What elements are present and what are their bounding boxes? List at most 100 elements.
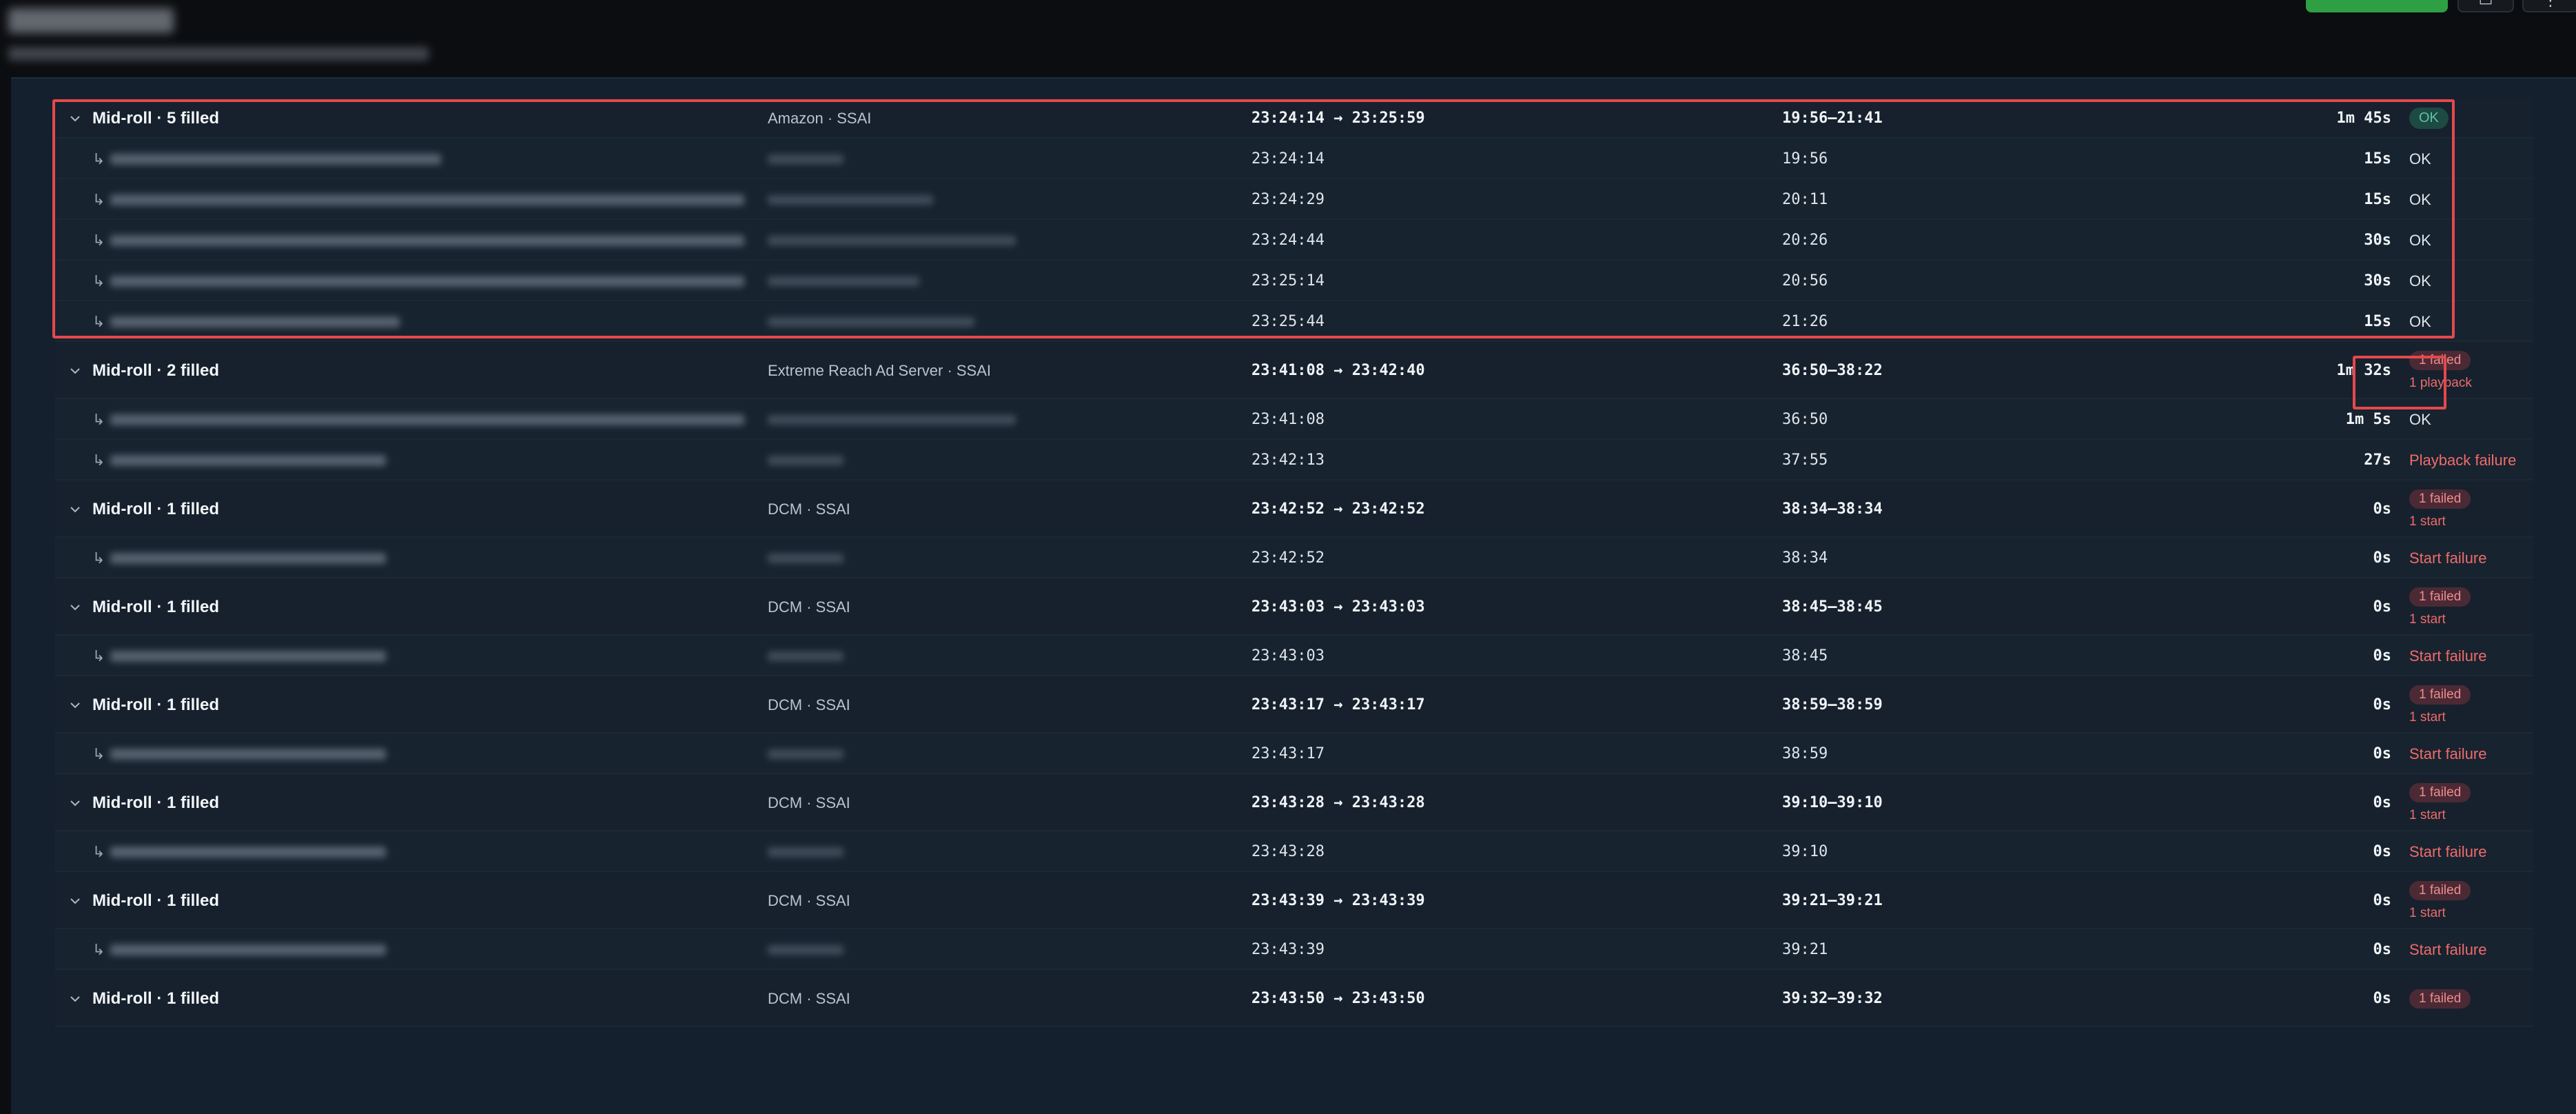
ad-row: ↳ 23:24:29 20:11 15s OK bbox=[55, 179, 2533, 220]
ad-row: ↳ 23:43:17 38:59 0s Start failure bbox=[55, 733, 2533, 774]
chevron-down-icon[interactable] bbox=[68, 991, 83, 1006]
chevron-down-icon[interactable] bbox=[68, 796, 83, 811]
wall-clock-time: 23:43:03 bbox=[1251, 647, 1325, 665]
creative-name-redacted bbox=[110, 220, 744, 261]
status: 1 failed 1 start bbox=[2409, 676, 2471, 733]
break-name[interactable]: Mid-roll · 1 filled bbox=[68, 970, 219, 1027]
ad-row: ↳ 23:24:14 19:56 15s OK bbox=[55, 139, 2533, 179]
chevron-down-icon[interactable] bbox=[68, 698, 83, 713]
redaction-bar bbox=[768, 749, 844, 759]
duration: 0s bbox=[2373, 745, 2392, 762]
break-name[interactable]: Mid-roll · 1 filled bbox=[68, 480, 219, 538]
wall-clock-time: 23:43:50 → 23:43:50 bbox=[1251, 990, 1425, 1007]
status-text: Start failure bbox=[2409, 647, 2487, 665]
redaction-bar bbox=[768, 651, 844, 661]
break-name[interactable]: Mid-roll · 2 filled bbox=[68, 342, 219, 399]
failure-type: 1 playback bbox=[2409, 375, 2472, 390]
creative-name-redacted bbox=[110, 538, 386, 578]
chevron-down-icon[interactable] bbox=[68, 893, 83, 909]
child-arrow-icon: ↳ bbox=[92, 842, 105, 860]
ad-break-row[interactable]: Mid-roll · 1 filled DCM · SSAI 23:43:50 → … bbox=[55, 970, 2533, 1027]
media-time: 20:56 bbox=[1782, 272, 1828, 290]
wall-clock-time: 23:42:52 → 23:42:52 bbox=[1251, 500, 1425, 518]
redaction-bar bbox=[110, 552, 386, 564]
ad-break-row[interactable]: Mid-roll · 1 filled DCM · SSAI 23:43:17 → … bbox=[55, 676, 2533, 733]
media-time: 39:21 bbox=[1782, 941, 1828, 958]
status: Start failure bbox=[2409, 733, 2487, 774]
status-badge: 1 failed bbox=[2409, 989, 2471, 1009]
ad-break-row[interactable]: Mid-roll · 1 filled DCM · SSAI 23:43:39 → … bbox=[55, 872, 2533, 929]
ad-row: ↳ 23:43:39 39:21 0s Start failure bbox=[55, 929, 2533, 970]
duration: 0s bbox=[2373, 794, 2392, 811]
break-provider: DCM · SSAI bbox=[768, 500, 850, 518]
wall-clock-time: 23:43:39 bbox=[1251, 941, 1325, 958]
ad-break-row[interactable]: Mid-roll · 1 filled DCM · SSAI 23:43:28 → … bbox=[55, 774, 2533, 831]
status-text: OK bbox=[2409, 410, 2431, 428]
status: 1 failed bbox=[2409, 970, 2471, 1027]
wall-clock-time: 23:25:14 bbox=[1251, 272, 1325, 290]
break-provider: DCM · SSAI bbox=[768, 891, 850, 909]
break-label: Mid-roll · 1 filled bbox=[92, 695, 219, 714]
duration: 0s bbox=[2373, 941, 2392, 958]
chevron-down-icon[interactable] bbox=[68, 502, 83, 517]
panel-icon[interactable]: ▭ bbox=[2457, 0, 2514, 12]
duration: 0s bbox=[2373, 696, 2392, 713]
ad-break-row[interactable]: Mid-roll · 5 filled Amazon · SSAI 23:24:14… bbox=[55, 98, 2533, 139]
failure-type: 1 start bbox=[2409, 807, 2446, 822]
chevron-down-icon[interactable] bbox=[68, 600, 83, 615]
break-name[interactable]: Mid-roll · 1 filled bbox=[68, 578, 219, 636]
media-time: 19:56 bbox=[1782, 150, 1828, 168]
wall-clock-time: 23:43:03 → 23:43:03 bbox=[1251, 598, 1425, 616]
chevron-down-icon[interactable] bbox=[68, 363, 83, 378]
wall-clock-time: 23:42:13 bbox=[1251, 452, 1325, 469]
redaction-bar bbox=[110, 234, 744, 246]
status: OK bbox=[2409, 220, 2431, 261]
duration: 15s bbox=[2364, 313, 2391, 330]
break-provider: DCM · SSAI bbox=[768, 696, 850, 713]
duration: 15s bbox=[2364, 191, 2391, 208]
media-time: 38:34 bbox=[1782, 549, 1828, 567]
status: 1 failed 1 start bbox=[2409, 872, 2471, 929]
child-arrow-icon: ↳ bbox=[92, 231, 105, 249]
status: OK bbox=[2409, 179, 2431, 220]
creative-name-redacted bbox=[110, 261, 744, 301]
ad-break-row[interactable]: Mid-roll · 1 filled DCM · SSAI 23:42:52 → … bbox=[55, 480, 2533, 538]
media-time: 39:32–39:32 bbox=[1782, 990, 1883, 1007]
break-name[interactable]: Mid-roll · 5 filled bbox=[68, 98, 219, 139]
ad-row: ↳ 23:25:44 21:26 15s OK bbox=[55, 301, 2533, 342]
child-arrow-icon: ↳ bbox=[92, 745, 105, 762]
failure-type: 1 start bbox=[2409, 611, 2446, 627]
break-label: Mid-roll · 1 filled bbox=[92, 793, 219, 812]
redaction-bar bbox=[768, 944, 844, 955]
media-time: 37:55 bbox=[1782, 452, 1828, 469]
status: OK bbox=[2409, 261, 2431, 301]
redaction-bar bbox=[110, 748, 386, 760]
primary-action-button[interactable] bbox=[2306, 0, 2448, 12]
ad-row: ↳ 23:25:14 20:56 30s OK bbox=[55, 261, 2533, 301]
page-header: ▭ ⋮ bbox=[0, 0, 2576, 77]
chevron-down-icon[interactable] bbox=[68, 111, 83, 126]
child-arrow-icon: ↳ bbox=[92, 451, 105, 469]
status-badge: 1 failed bbox=[2409, 782, 2471, 802]
status-text: Start failure bbox=[2409, 745, 2487, 762]
break-name[interactable]: Mid-roll · 1 filled bbox=[68, 676, 219, 733]
more-icon[interactable]: ⋮ bbox=[2522, 0, 2576, 12]
media-time: 36:50 bbox=[1782, 411, 1828, 428]
ad-break-row[interactable]: Mid-roll · 2 filled Extreme Reach Ad Serv… bbox=[55, 342, 2533, 399]
break-name[interactable]: Mid-roll · 1 filled bbox=[68, 774, 219, 831]
media-time: 38:45–38:45 bbox=[1782, 598, 1883, 616]
ad-break-row[interactable]: Mid-roll · 1 filled DCM · SSAI 23:43:03 → … bbox=[55, 578, 2533, 636]
break-name[interactable]: Mid-roll · 1 filled bbox=[68, 872, 219, 929]
status: Start failure bbox=[2409, 831, 2487, 872]
status-stack: 1 failed 1 start bbox=[2409, 685, 2471, 725]
redaction-bar bbox=[110, 153, 441, 165]
status-badge: 1 failed bbox=[2409, 350, 2471, 370]
redaction-bar bbox=[110, 944, 386, 955]
failure-type: 1 start bbox=[2409, 514, 2446, 529]
ad-breaks-panel: Mid-roll · 5 filled Amazon · SSAI 23:24:14… bbox=[11, 77, 2576, 1114]
status: Start failure bbox=[2409, 636, 2487, 676]
duration: 0s bbox=[2373, 549, 2392, 567]
duration: 0s bbox=[2373, 647, 2392, 665]
wall-clock-time: 23:41:08 bbox=[1251, 411, 1325, 428]
break-label: Mid-roll · 5 filled bbox=[92, 108, 219, 128]
